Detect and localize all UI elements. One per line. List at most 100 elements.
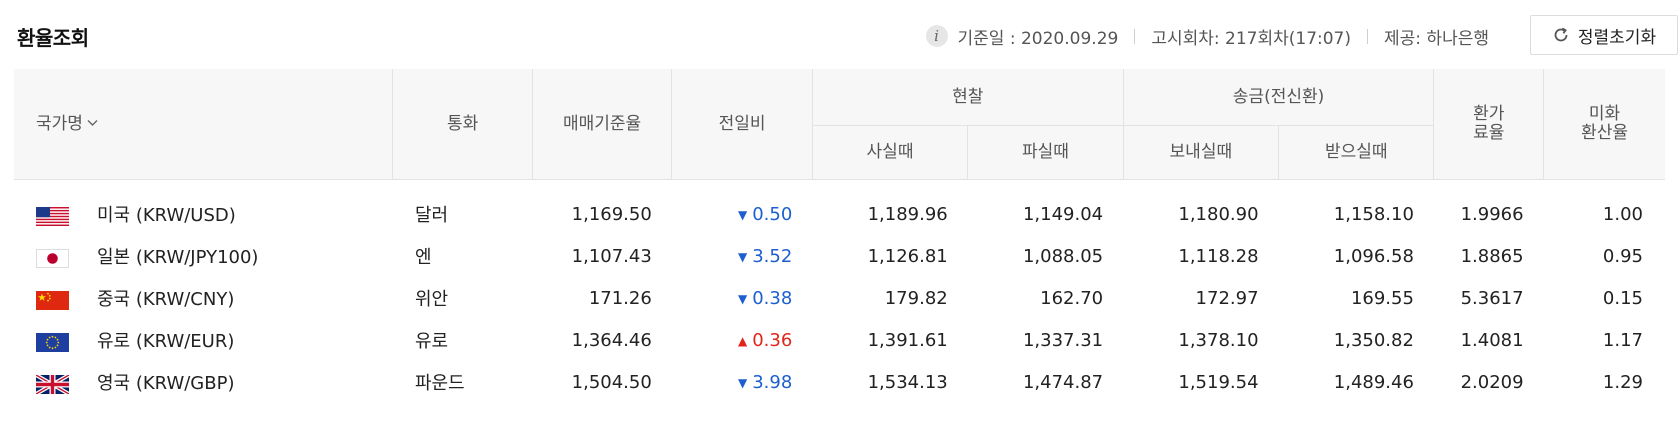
- header-cash: 현찰: [811, 69, 1124, 126]
- arrow-down-icon: ▼: [738, 207, 748, 222]
- wire-send-cell: 1,378.10: [1178, 329, 1259, 351]
- change-amount: 0.50: [752, 204, 793, 226]
- table-row: 영국 (KRW/GBP) 파운드 1,504.50 ▼ 3.98 1,534.13…: [14, 361, 1665, 403]
- table-row: 일본 (KRW/JPY100) 엔 1,107.43 ▼ 3.52 1,126.8…: [14, 235, 1665, 277]
- info-area: i 기준일 : 2020.09.29 고시회차: 217회차(17:07) 제공…: [925, 23, 1489, 49]
- notice-round: 고시회차: 217회차(17:07): [1151, 28, 1352, 49]
- base-rate-cell: 171.26: [588, 287, 652, 309]
- header-change: 전일비: [671, 69, 813, 180]
- country-name: 영국 (KRW/GBP): [97, 373, 235, 394]
- currency-cell: 달러: [414, 205, 449, 226]
- change-value: ▲ 0.36: [738, 330, 792, 351]
- cash-sell-cell: 1,149.04: [1022, 203, 1104, 225]
- cash-sell-cell: 162.70: [1040, 287, 1104, 309]
- cash-sell-cell: 1,474.87: [1022, 371, 1104, 393]
- cash-buy-cell: 1,534.13: [867, 371, 948, 393]
- currency-cell: 위안: [414, 289, 449, 310]
- change-cell: ▼ 0.50: [672, 193, 813, 235]
- cash-sell-cell: 1,337.31: [1022, 329, 1104, 351]
- arrow-down-icon: ▼: [738, 375, 748, 390]
- reset-sort-button[interactable]: 정렬초기화: [1530, 15, 1678, 55]
- change-value: ▼ 0.50: [738, 204, 792, 225]
- header-fee-rate-l2: 료율: [1473, 123, 1505, 143]
- table-spacer: [14, 180, 1665, 194]
- header-usd-rate-l1: 미화: [1588, 104, 1621, 125]
- table-row: 중국 (KRW/CNY) 위안 171.26 ▼ 0.38 179.82 162.…: [14, 277, 1665, 319]
- country-name: 유로 (KRW/EUR): [97, 331, 235, 352]
- header-country[interactable]: 국가명: [14, 69, 393, 180]
- change-cell: ▼ 3.52: [672, 235, 813, 277]
- usd-rate-cell: 0.95: [1602, 245, 1643, 267]
- exchange-rate-table: 국가명 통화 매매기준율 전일비 현찰 송금(전신환) 환가 료율 미화 환산율…: [14, 69, 1665, 403]
- fee-rate-cell: 2.0209: [1460, 371, 1524, 393]
- base-rate-cell: 1,364.46: [571, 329, 652, 351]
- header-base-rate: 매매기준율: [531, 69, 672, 180]
- header-wire: 송금(전신환): [1122, 69, 1434, 126]
- base-rate-cell: 1,504.50: [571, 371, 652, 393]
- chevron-down-icon: [87, 118, 98, 130]
- reset-sort-label: 정렬초기화: [1577, 27, 1657, 47]
- change-amount: 0.38: [752, 288, 793, 310]
- change-value: ▼ 3.52: [738, 246, 792, 267]
- header-country-label: 국가명: [36, 113, 83, 134]
- provider: 제공: 하나은행: [1384, 28, 1489, 49]
- country-cell: 영국 (KRW/GBP): [14, 361, 393, 403]
- usd-rate-cell: 1.29: [1602, 371, 1643, 393]
- currency-cell: 엔: [414, 247, 432, 268]
- usd-rate-cell: 1.00: [1602, 203, 1643, 225]
- eu-flag-icon: [36, 332, 69, 352]
- base-rate-cell: 1,107.43: [571, 245, 652, 267]
- cash-buy-cell: 1,391.61: [867, 329, 948, 351]
- currency-cell: 파운드: [414, 373, 465, 394]
- refresh-icon: [1552, 26, 1570, 44]
- arrow-down-icon: ▼: [738, 291, 748, 306]
- wire-send-cell: 1,519.54: [1178, 371, 1259, 393]
- country-cell: 중국 (KRW/CNY): [14, 277, 393, 319]
- wire-send-cell: 1,180.90: [1178, 203, 1259, 225]
- country-name: 중국 (KRW/CNY): [97, 289, 235, 310]
- wire-receive-cell: 169.55: [1350, 287, 1414, 309]
- table-row: 유로 (KRW/EUR) 유로 1,364.46 ▲ 0.36 1,391.61 …: [14, 319, 1665, 361]
- change-cell: ▼ 0.38: [672, 277, 813, 319]
- usd-rate-cell: 1.17: [1602, 329, 1643, 351]
- gb-flag-icon: [36, 374, 69, 394]
- cash-buy-cell: 1,126.81: [867, 245, 948, 267]
- change-value: ▼ 0.38: [738, 288, 792, 309]
- divider: [1134, 28, 1136, 44]
- cn-flag-icon: [36, 290, 69, 310]
- base-date: 기준일 : 2020.09.29: [957, 28, 1119, 49]
- change-amount: 3.52: [752, 246, 793, 268]
- header-usd-rate-l2: 환산율: [1581, 123, 1628, 143]
- divider: [1367, 28, 1369, 44]
- header-usd-rate: 미화 환산율: [1543, 69, 1665, 180]
- wire-receive-cell: 1,158.10: [1333, 203, 1414, 225]
- wire-send-cell: 172.97: [1195, 287, 1259, 309]
- country-name: 미국 (KRW/USD): [97, 205, 236, 226]
- wire-receive-cell: 1,350.82: [1333, 329, 1414, 351]
- fee-rate-cell: 1.9966: [1460, 203, 1524, 225]
- header-cash-sell: 파실때: [967, 125, 1124, 180]
- country-cell: 일본 (KRW/JPY100): [14, 235, 393, 277]
- table-row: 미국 (KRW/USD) 달러 1,169.50 ▼ 0.50 1,189.96 …: [14, 193, 1665, 235]
- cash-sell-cell: 1,088.05: [1022, 245, 1104, 267]
- fee-rate-cell: 1.4081: [1460, 329, 1524, 351]
- header-wire-receive: 받으실때: [1278, 125, 1434, 180]
- jp-flag-icon: [36, 248, 69, 268]
- cash-buy-cell: 1,189.96: [867, 203, 948, 225]
- header-currency: 통화: [392, 69, 533, 180]
- wire-send-cell: 1,118.28: [1178, 245, 1259, 267]
- arrow-down-icon: ▼: [738, 249, 748, 264]
- base-rate-cell: 1,169.50: [571, 203, 652, 225]
- change-cell: ▼ 3.98: [672, 361, 813, 403]
- arrow-up-icon: ▲: [738, 333, 748, 348]
- cash-buy-cell: 179.82: [884, 287, 948, 309]
- us-flag-icon: [36, 206, 69, 226]
- wire-receive-cell: 1,489.46: [1333, 371, 1414, 393]
- fee-rate-cell: 1.8865: [1460, 245, 1524, 267]
- country-cell: 미국 (KRW/USD): [14, 193, 393, 235]
- wire-receive-cell: 1,096.58: [1333, 245, 1414, 267]
- info-icon[interactable]: i: [925, 25, 948, 47]
- header-cash-buy: 사실때: [811, 125, 968, 180]
- header-fee-rate: 환가 료율: [1433, 69, 1544, 180]
- currency-cell: 유로: [414, 331, 449, 352]
